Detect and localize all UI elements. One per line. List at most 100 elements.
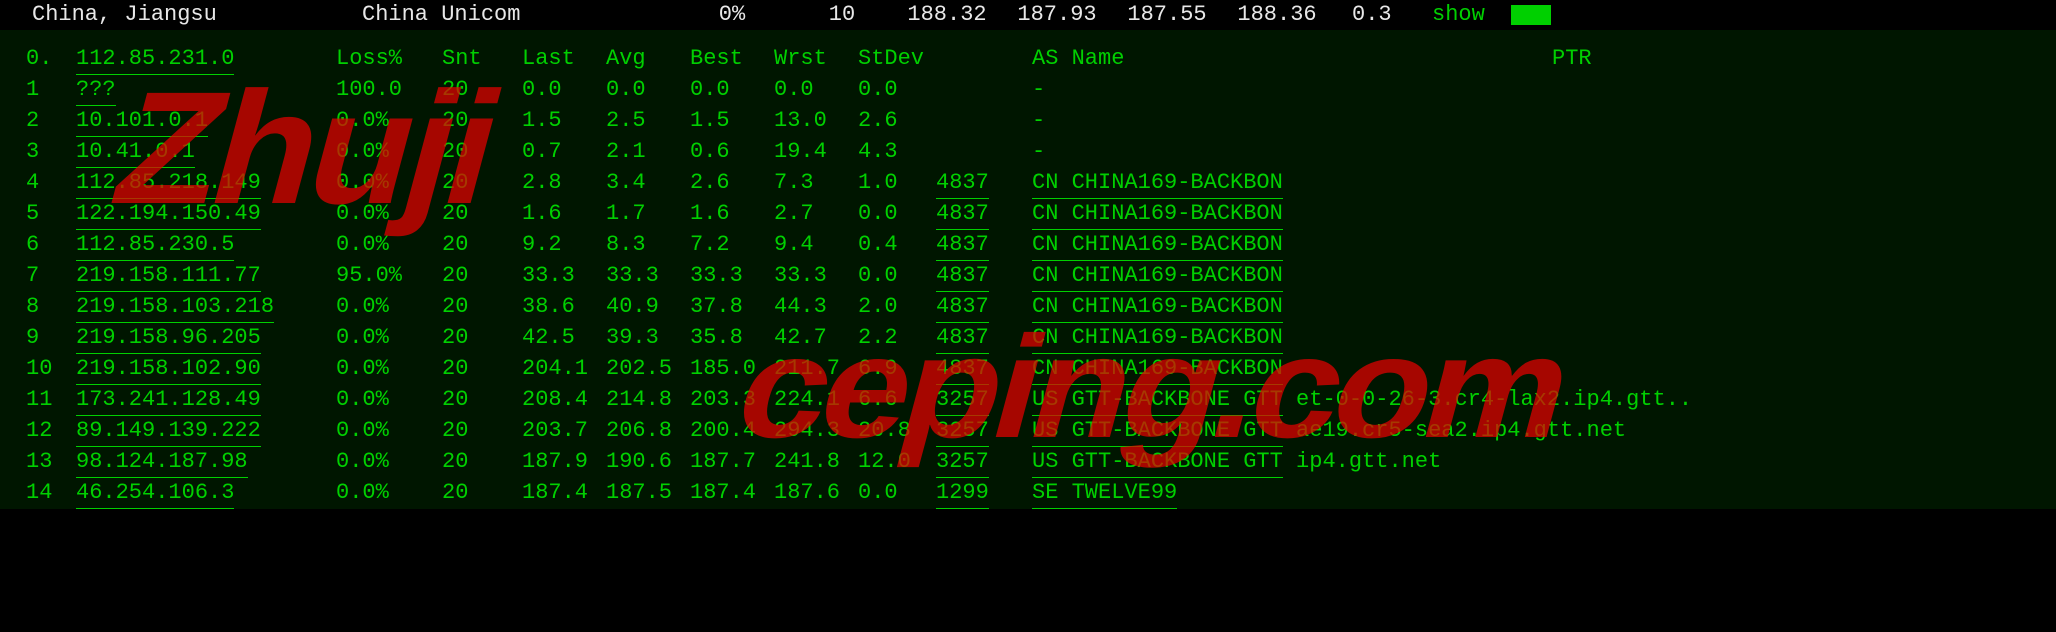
hop-row: 1???100.0200.00.00.00.00.0- <box>26 75 2030 106</box>
hop-asname: CN CHINA169-BACKBON <box>1032 292 1332 323</box>
hop-stdev: 0.4 <box>858 230 936 260</box>
hop-snt: 20 <box>442 323 522 353</box>
hop-stdev: 0.0 <box>858 478 936 508</box>
hop-wrst: 19.4 <box>774 137 858 167</box>
hop-wrst: 42.7 <box>774 323 858 353</box>
summary-ping3: 187.55 <box>1112 0 1222 30</box>
hop-as[interactable]: 3257 <box>936 447 1032 478</box>
hop-last: 204.1 <box>522 354 606 384</box>
hop-wrst: 33.3 <box>774 261 858 291</box>
hop-loss: 0.0% <box>336 478 442 508</box>
hop-row: 1289.149.139.2220.0%20203.7206.8200.4294… <box>26 416 2030 447</box>
hdr-host: 112.85.231.0 <box>76 44 336 75</box>
hop-host[interactable]: 89.149.139.222 <box>76 416 336 447</box>
hop-best: 0.0 <box>690 75 774 105</box>
hop-loss: 95.0% <box>336 261 442 291</box>
hop-loss: 0.0% <box>336 385 442 415</box>
hop-snt: 20 <box>442 199 522 229</box>
hop-as[interactable]: 4837 <box>936 230 1032 261</box>
hop-asname: CN CHINA169-BACKBON <box>1032 354 1332 385</box>
hop-as[interactable]: 4837 <box>936 292 1032 323</box>
hop-asname: US GTT-BACKBONE GTT et-0-0-26-3.cr4-lax2… <box>1032 385 1692 416</box>
hop-index: 1 <box>26 75 76 105</box>
hop-wrst: 9.4 <box>774 230 858 260</box>
hop-snt: 20 <box>442 137 522 167</box>
hop-avg: 33.3 <box>606 261 690 291</box>
hop-as[interactable]: 4837 <box>936 199 1032 230</box>
hop-best: 2.6 <box>690 168 774 198</box>
hop-index: 2 <box>26 106 76 136</box>
summary-location: China, Jiangsu <box>32 0 362 30</box>
hdr-ptr: PTR <box>1552 44 2030 74</box>
hop-index: 3 <box>26 137 76 167</box>
hop-as[interactable]: 4837 <box>936 323 1032 354</box>
hop-avg: 202.5 <box>606 354 690 384</box>
hop-as[interactable]: 3257 <box>936 416 1032 447</box>
hop-stdev: 6.9 <box>858 354 936 384</box>
hop-asname: US GTT-BACKBONE GTT ae19.cr5-sea2.ip4.gt… <box>1032 416 1626 447</box>
hop-row: 7219.158.111.7795.0%2033.333.333.333.30.… <box>26 261 2030 292</box>
hop-loss: 0.0% <box>336 416 442 446</box>
hop-best: 35.8 <box>690 323 774 353</box>
show-link[interactable]: show <box>1432 0 1485 30</box>
hop-host[interactable]: 46.254.106.3 <box>76 478 336 509</box>
hop-as[interactable]: 4837 <box>936 168 1032 199</box>
hop-index: 6 <box>26 230 76 260</box>
hop-loss: 0.0% <box>336 168 442 198</box>
hop-wrst: 44.3 <box>774 292 858 322</box>
hop-host[interactable]: 173.241.128.49 <box>76 385 336 416</box>
hop-best: 7.2 <box>690 230 774 260</box>
hop-host[interactable]: 10.41.0.1 <box>76 137 336 168</box>
hop-best: 37.8 <box>690 292 774 322</box>
hop-avg: 214.8 <box>606 385 690 415</box>
hop-avg: 187.5 <box>606 478 690 508</box>
hop-host[interactable]: 98.124.187.98 <box>76 447 336 478</box>
hop-row: 10219.158.102.900.0%20204.1202.5185.0211… <box>26 354 2030 385</box>
hop-wrst: 187.6 <box>774 478 858 508</box>
hop-host[interactable]: 112.85.218.149 <box>76 168 336 199</box>
hop-as[interactable]: 4837 <box>936 261 1032 292</box>
summary-loss: 0% <box>672 0 792 30</box>
hop-row: 9219.158.96.2050.0%2042.539.335.842.72.2… <box>26 323 2030 354</box>
hop-host[interactable]: 219.158.102.90 <box>76 354 336 385</box>
hop-as[interactable]: 1299 <box>936 478 1032 509</box>
hop-asname: CN CHINA169-BACKBON <box>1032 230 1332 261</box>
hop-host[interactable]: 219.158.103.218 <box>76 292 336 323</box>
hop-avg: 3.4 <box>606 168 690 198</box>
hop-loss: 0.0% <box>336 199 442 229</box>
hop-stdev: 6.6 <box>858 385 936 415</box>
hop-as[interactable]: 3257 <box>936 385 1032 416</box>
hop-index: 14 <box>26 478 76 508</box>
hop-best: 1.6 <box>690 199 774 229</box>
hdr-last: Last <box>522 44 606 74</box>
hop-ptr: ae19.cr5-sea2.ip4.gtt.net <box>1283 418 1626 443</box>
hop-ptr: ip4.gtt.net <box>1283 449 1441 474</box>
hop-loss: 100.0 <box>336 75 442 105</box>
hop-avg: 206.8 <box>606 416 690 446</box>
hop-stdev: 0.0 <box>858 75 936 105</box>
hop-loss: 0.0% <box>336 354 442 384</box>
hop-best: 187.4 <box>690 478 774 508</box>
hop-avg: 0.0 <box>606 75 690 105</box>
summary-count: 10 <box>792 0 892 30</box>
hop-wrst: 224.1 <box>774 385 858 415</box>
hop-host[interactable]: 10.101.0.1 <box>76 106 336 137</box>
hop-host[interactable]: ??? <box>76 75 336 106</box>
hop-host[interactable]: 112.85.230.5 <box>76 230 336 261</box>
summary-ping2: 187.93 <box>1002 0 1112 30</box>
hop-best: 187.7 <box>690 447 774 477</box>
hop-row: 210.101.0.10.0%201.52.51.513.02.6- <box>26 106 2030 137</box>
summary-row: China, Jiangsu China Unicom 0% 10 188.32… <box>0 0 2056 30</box>
hop-as[interactable]: 4837 <box>936 354 1032 385</box>
hop-index: 13 <box>26 447 76 477</box>
hop-host[interactable]: 122.194.150.49 <box>76 199 336 230</box>
hop-last: 9.2 <box>522 230 606 260</box>
hop-best: 33.3 <box>690 261 774 291</box>
summary-isp: China Unicom <box>362 0 672 30</box>
hop-host[interactable]: 219.158.111.77 <box>76 261 336 292</box>
hop-asname: CN CHINA169-BACKBON <box>1032 261 1332 292</box>
hop-asname: - <box>1032 75 1332 105</box>
hop-stdev: 4.3 <box>858 137 936 167</box>
hop-host[interactable]: 219.158.96.205 <box>76 323 336 354</box>
hop-index: 4 <box>26 168 76 198</box>
